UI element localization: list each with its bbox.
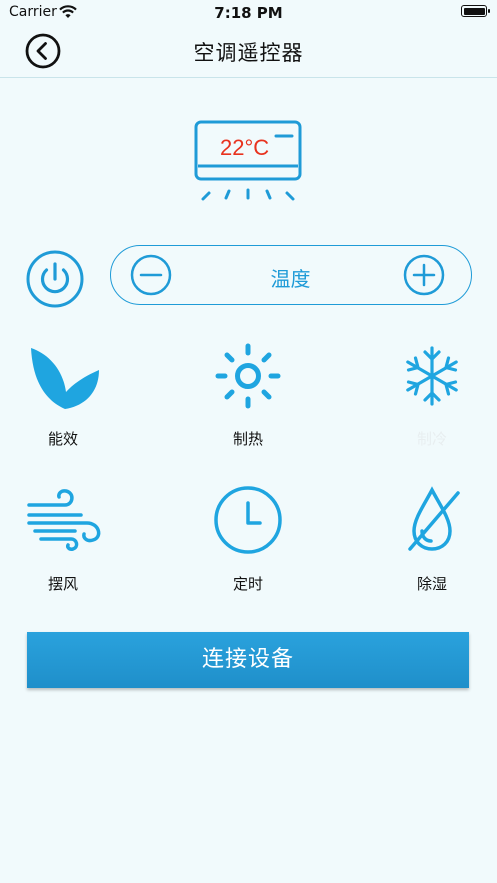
sun-icon [215, 343, 281, 409]
swing-label: 摆风 [47, 575, 78, 593]
wind-icon [27, 489, 101, 551]
clock-icon [214, 486, 282, 554]
cooling-label: 制冷 [416, 430, 447, 448]
connect-device-button[interactable]: 连接设备 [27, 632, 469, 688]
heating-label: 制热 [232, 430, 263, 448]
snowflake-icon [406, 346, 458, 406]
dehumidify-label: 除湿 [416, 575, 447, 593]
energy-saving-button[interactable]: 能效 [13, 340, 113, 450]
navigation-bar: 空调遥控器 [0, 26, 497, 78]
status-bar: Carrier 7:18 PM [0, 0, 497, 26]
swing-button[interactable]: 摆风 [13, 485, 113, 595]
leaf-icon [31, 348, 99, 409]
timer-label: 定时 [232, 575, 263, 593]
cooling-button[interactable]: 制冷 [382, 340, 482, 450]
clock-time: 7:18 PM [214, 4, 283, 22]
temperature-up-button[interactable] [403, 254, 445, 296]
heating-button[interactable]: 制热 [198, 340, 298, 450]
air-conditioner-icon [194, 120, 302, 201]
battery-icon [461, 5, 490, 17]
energy-saving-label: 能效 [47, 430, 78, 448]
temperature-control: 温度 [110, 245, 472, 305]
temperature-display: 22°C [220, 135, 270, 160]
water-drop-off-icon [408, 486, 460, 551]
dehumidify-button[interactable]: 除湿 [382, 485, 482, 595]
page-title: 空调遥控器 [193, 41, 304, 65]
timer-button[interactable]: 定时 [198, 485, 298, 595]
ac-unit-display: 22°C [192, 118, 304, 204]
power-button[interactable] [25, 249, 85, 309]
